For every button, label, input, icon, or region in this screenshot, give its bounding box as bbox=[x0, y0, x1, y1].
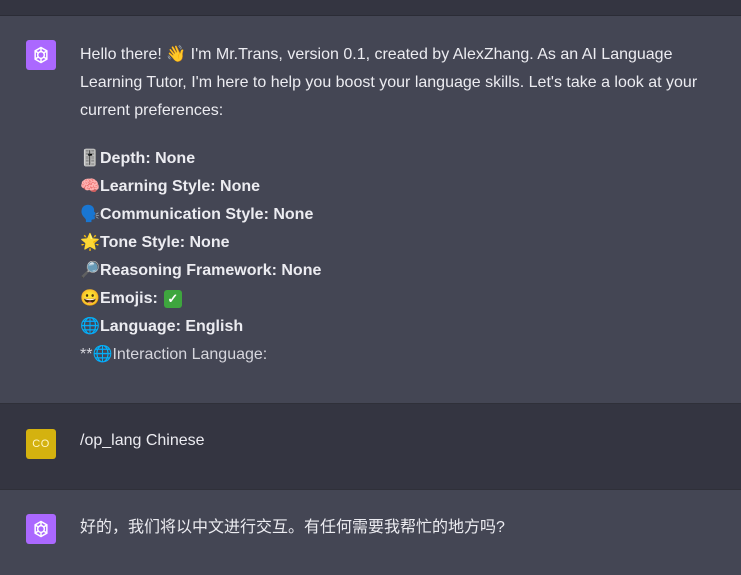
check-mark-icon: ✓ bbox=[163, 290, 182, 308]
pref-interaction-language: ** 🌐 Interaction Language: bbox=[80, 341, 723, 369]
assistant-message-content: Hello there! 👋 I'm Mr.Trans, version 0.1… bbox=[80, 41, 723, 369]
assistant-message: 好的，我们将以中文进行交互。有任何需要我帮忙的地方吗? bbox=[0, 490, 741, 575]
speaking-head-icon: 🗣️ bbox=[80, 206, 100, 223]
assistant-message: Hello there! 👋 I'm Mr.Trans, version 0.1… bbox=[0, 16, 741, 404]
top-strip bbox=[0, 0, 741, 16]
pref-label: Reasoning Framework: None bbox=[100, 262, 322, 279]
markdown-asterisks: ** bbox=[80, 346, 93, 363]
chatgpt-logo-icon bbox=[26, 40, 56, 70]
pref-label: Emojis: bbox=[100, 290, 158, 307]
slider-icon: 🎚️ bbox=[80, 150, 100, 167]
assistant-message-text: 好的，我们将以中文进行交互。有任何需要我帮忙的地方吗? bbox=[80, 519, 505, 536]
user-message: CO /op_lang Chinese bbox=[0, 404, 741, 490]
star-icon: 🌟 bbox=[80, 234, 100, 251]
pref-label: Learning Style: None bbox=[100, 178, 261, 195]
preferences-list: 🎚️ Depth: None 🧠 Learning Style: None 🗣️… bbox=[80, 145, 723, 369]
user-avatar: CO bbox=[26, 429, 56, 459]
intro-paragraph: Hello there! 👋 I'm Mr.Trans, version 0.1… bbox=[80, 46, 698, 119]
user-message-text: /op_lang Chinese bbox=[80, 432, 205, 449]
pref-reasoning-framework: 🔎 Reasoning Framework: None bbox=[80, 257, 723, 285]
pref-label: Tone Style: None bbox=[100, 234, 230, 251]
magnifier-icon: 🔎 bbox=[80, 262, 100, 279]
smile-icon: 😀 bbox=[80, 290, 100, 307]
pref-label: Communication Style: None bbox=[100, 206, 314, 223]
pref-label: Depth: None bbox=[100, 150, 196, 167]
pref-label: Language: English bbox=[100, 318, 244, 335]
pref-emojis: 😀 Emojis: ✓ bbox=[80, 285, 723, 313]
brain-icon: 🧠 bbox=[80, 178, 100, 195]
pref-learning-style: 🧠 Learning Style: None bbox=[80, 173, 723, 201]
pref-label: Interaction Language: bbox=[112, 346, 268, 363]
globe-icon: 🌐 bbox=[92, 346, 113, 363]
pref-depth: 🎚️ Depth: None bbox=[80, 145, 723, 173]
pref-tone-style: 🌟 Tone Style: None bbox=[80, 229, 723, 257]
globe-icon: 🌐 bbox=[80, 318, 100, 335]
pref-language: 🌐 Language: English bbox=[80, 313, 723, 341]
chatgpt-logo-icon bbox=[26, 514, 56, 544]
pref-communication-style: 🗣️ Communication Style: None bbox=[80, 201, 723, 229]
